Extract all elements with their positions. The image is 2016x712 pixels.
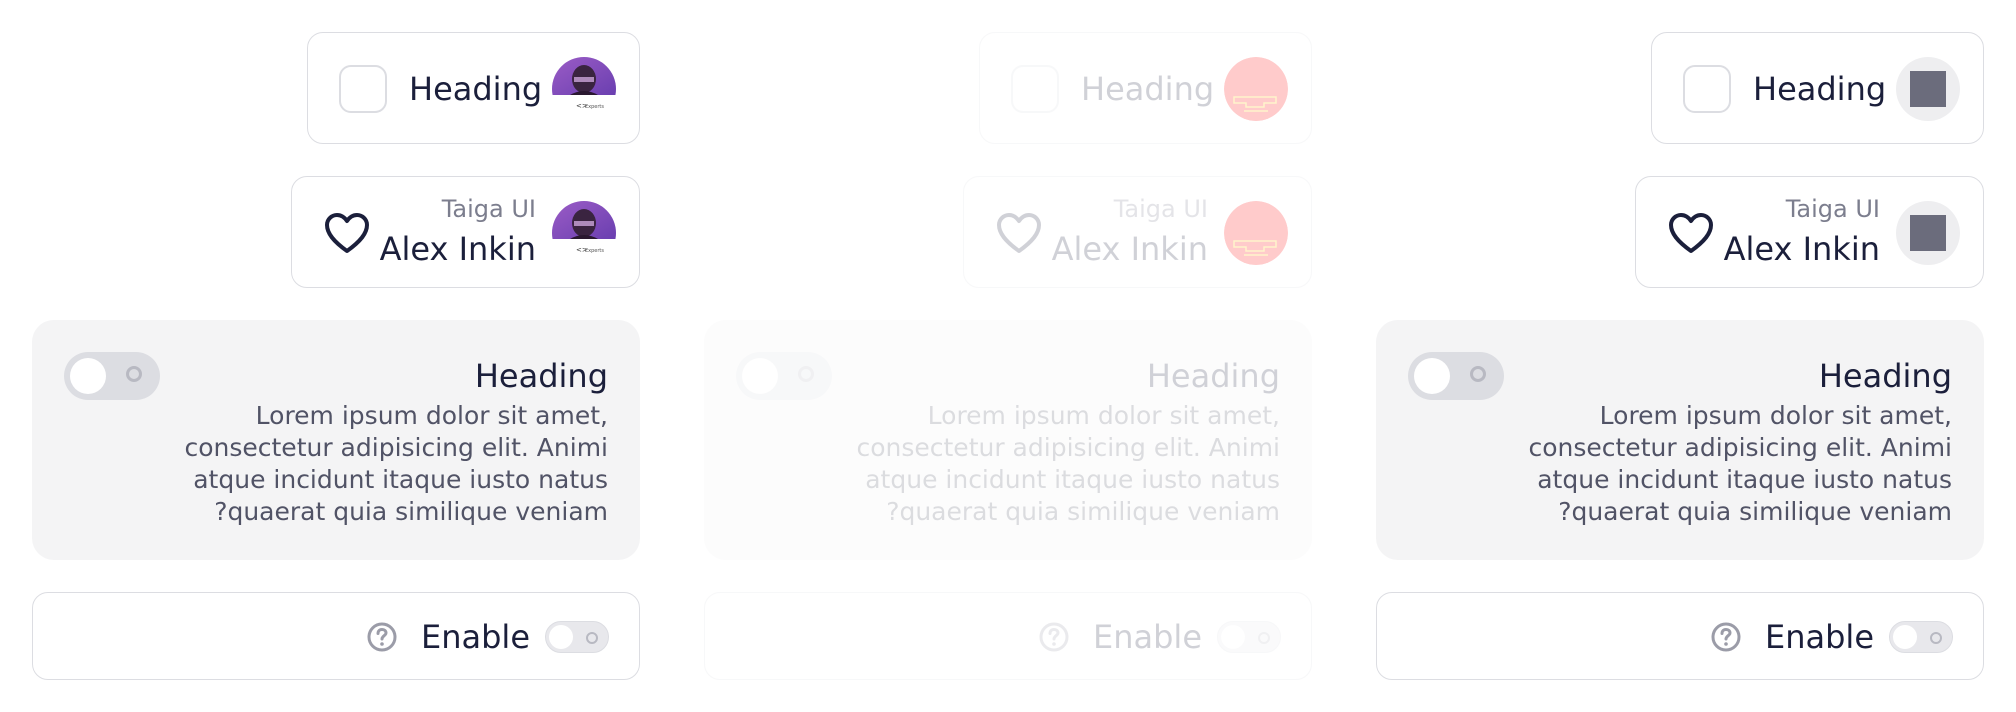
help-circle-icon[interactable] bbox=[1710, 621, 1742, 653]
checkbox[interactable] bbox=[339, 65, 387, 113]
setting-row[interactable]: Enable bbox=[32, 592, 640, 680]
toggle-knob bbox=[1414, 358, 1450, 394]
card-heading: Heading bbox=[1753, 70, 1887, 108]
description-line: ?quaerat quia similique veniam bbox=[214, 497, 608, 526]
description-line: atque incidunt itaque iusto natus bbox=[865, 465, 1280, 494]
description-line: ?quaerat quia similique veniam bbox=[1558, 497, 1952, 526]
card-heading: Heading bbox=[474, 357, 608, 395]
toggle-knob bbox=[1893, 625, 1917, 649]
description-line: consectetur adipisicing elit. Animi bbox=[856, 433, 1280, 462]
user-card[interactable]: Taiga UI Alex Inkin bbox=[1635, 176, 1984, 288]
toggle-knob bbox=[1221, 625, 1245, 649]
broken-avatar-image bbox=[1224, 201, 1288, 265]
heading-card: Heading bbox=[979, 32, 1312, 144]
user-name: Alex Inkin bbox=[379, 230, 536, 268]
user-caption: Taiga UI bbox=[1113, 195, 1208, 223]
heading-card[interactable]: Heading bbox=[1651, 32, 1984, 144]
description-card[interactable]: Heading Lorem ipsum dolor sit amet, cons… bbox=[1376, 320, 1984, 560]
toggle-off-indicator bbox=[798, 366, 814, 382]
description-line: consectetur adipisicing elit. Animi bbox=[1528, 433, 1952, 462]
card-heading: Heading bbox=[1081, 70, 1215, 108]
card-description: Lorem ipsum dolor sit amet, consectetur … bbox=[184, 400, 608, 528]
toggle-knob bbox=[742, 358, 778, 394]
description-line: atque incidunt itaque iusto natus bbox=[1537, 465, 1952, 494]
description-line: Lorem ipsum dolor sit amet, bbox=[255, 401, 608, 430]
avatar: <> Experts bbox=[552, 57, 616, 121]
column-disabled: Heading Taiga UI Alex Inkin Heading Lore… bbox=[672, 0, 1344, 712]
svg-text:Experts: Experts bbox=[585, 248, 604, 254]
enable-toggle[interactable] bbox=[1889, 621, 1953, 653]
setting-row[interactable]: Enable bbox=[1376, 592, 1984, 680]
broken-avatar-image bbox=[1224, 57, 1288, 121]
user-name: Alex Inkin bbox=[1723, 230, 1880, 268]
description-line: consectetur adipisicing elit. Animi bbox=[184, 433, 608, 462]
setting-label: Enable bbox=[421, 618, 530, 656]
toggle-off-indicator bbox=[1930, 632, 1942, 644]
card-heading: Heading bbox=[409, 70, 543, 108]
image-placeholder-icon bbox=[1910, 215, 1946, 251]
setting-label: Enable bbox=[1093, 618, 1202, 656]
description-card[interactable]: Heading Lorem ipsum dolor sit amet, cons… bbox=[32, 320, 640, 560]
description-line: atque incidunt itaque iusto natus bbox=[193, 465, 608, 494]
toggle-off-indicator bbox=[1258, 632, 1270, 644]
heart-icon bbox=[997, 213, 1041, 253]
card-heading: Heading bbox=[1818, 357, 1952, 395]
toggle-off-indicator bbox=[586, 632, 598, 644]
image-placeholder-icon bbox=[1910, 71, 1946, 107]
avatar-placeholder bbox=[1896, 57, 1960, 121]
avatar-placeholder bbox=[1896, 201, 1960, 265]
help-circle-icon bbox=[1039, 622, 1069, 652]
heart-icon[interactable] bbox=[323, 211, 371, 255]
user-card[interactable]: Taiga UI Alex Inkin <> Experts bbox=[291, 176, 640, 288]
column-default: Heading <> Experts Taiga UI Alex Inkin <… bbox=[0, 0, 672, 712]
user-caption: Taiga UI bbox=[1785, 195, 1880, 223]
user-card: Taiga UI Alex Inkin bbox=[963, 176, 1312, 288]
column-placeholder: Heading Taiga UI Alex Inkin Heading Lore… bbox=[1344, 0, 2016, 712]
description-line: ?quaerat quia similique veniam bbox=[886, 497, 1280, 526]
toggle-knob bbox=[70, 358, 106, 394]
avatar: <> Experts bbox=[552, 201, 616, 265]
enable-toggle[interactable] bbox=[545, 621, 609, 653]
toggle-switch bbox=[736, 352, 832, 400]
description-line: Lorem ipsum dolor sit amet, bbox=[1599, 401, 1952, 430]
description-line: Lorem ipsum dolor sit amet, bbox=[927, 401, 1280, 430]
enable-toggle bbox=[1217, 621, 1281, 653]
checkbox bbox=[1011, 65, 1059, 113]
card-description: Lorem ipsum dolor sit amet, consectetur … bbox=[1528, 400, 1952, 528]
card-heading: Heading bbox=[1146, 357, 1280, 395]
toggle-off-indicator bbox=[1470, 366, 1486, 382]
checkbox[interactable] bbox=[1683, 65, 1731, 113]
description-card: Heading Lorem ipsum dolor sit amet, cons… bbox=[704, 320, 1312, 560]
heart-icon[interactable] bbox=[1667, 211, 1715, 255]
user-caption: Taiga UI bbox=[441, 195, 536, 223]
toggle-switch[interactable] bbox=[64, 352, 160, 400]
toggle-off-indicator bbox=[126, 366, 142, 382]
user-name: Alex Inkin bbox=[1051, 230, 1208, 268]
setting-label: Enable bbox=[1765, 618, 1874, 656]
setting-row: Enable bbox=[704, 592, 1312, 680]
heading-card[interactable]: Heading <> Experts bbox=[307, 32, 640, 144]
svg-text:Experts: Experts bbox=[585, 104, 604, 110]
help-circle-icon[interactable] bbox=[366, 621, 398, 653]
toggle-switch[interactable] bbox=[1408, 352, 1504, 400]
card-description: Lorem ipsum dolor sit amet, consectetur … bbox=[856, 400, 1280, 528]
toggle-knob bbox=[549, 625, 573, 649]
